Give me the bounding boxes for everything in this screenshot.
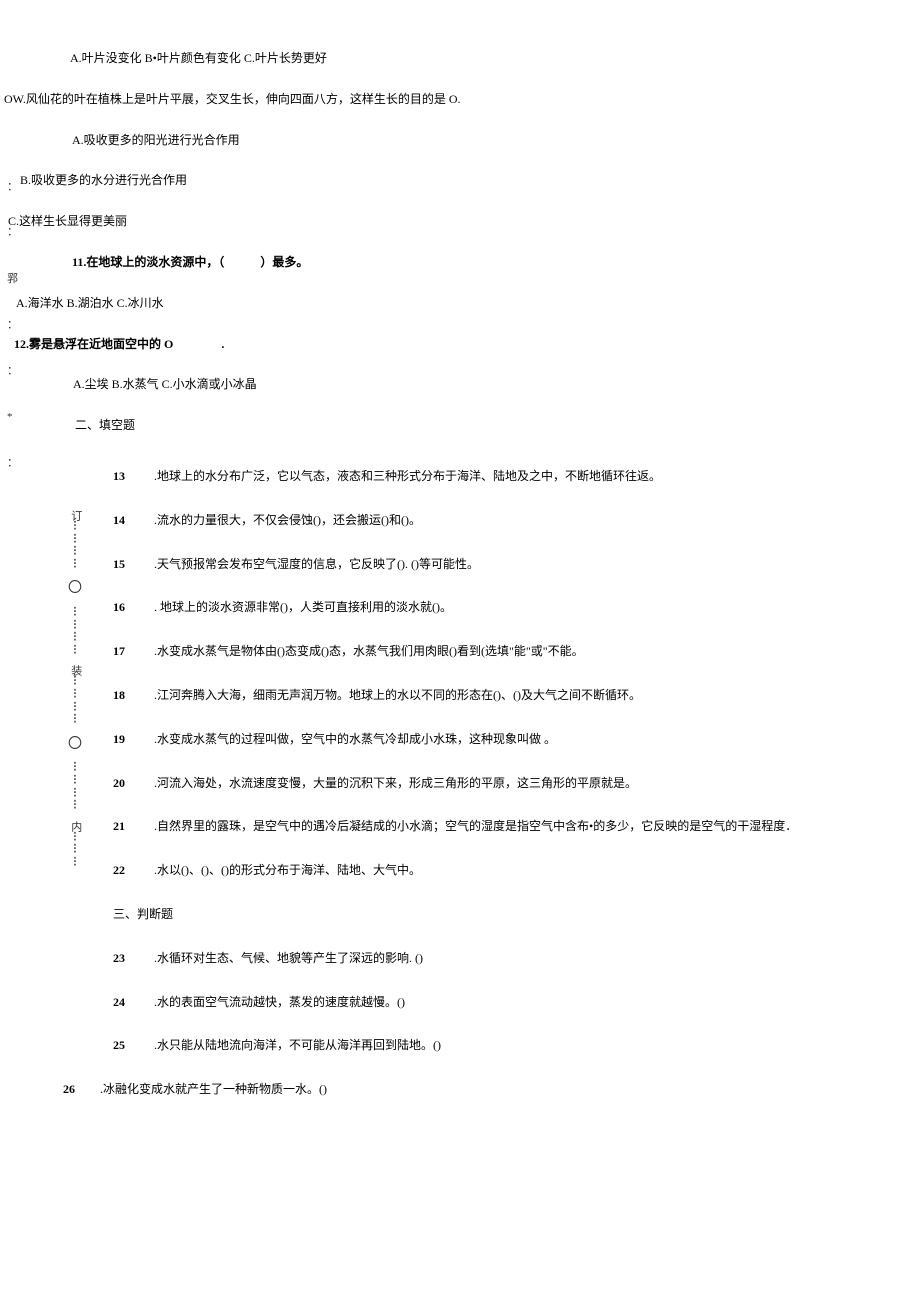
margin-marker: ：	[7, 364, 18, 379]
q14-num: 14	[113, 512, 143, 529]
margin-marker: 郛	[7, 272, 18, 287]
margin-marker: ：	[7, 456, 18, 471]
q20-num: 20	[113, 775, 143, 792]
q24: 24 .水的表面空气流动越快，蒸发的速度就越慢。()	[113, 994, 920, 1011]
q12-options: A.尘埃 B.水蒸气 C.小水滴或小冰晶	[73, 376, 920, 393]
margin-marker: ：	[7, 180, 18, 195]
q21-text: .自然界里的露珠，是空气中的遇冷后凝结成的小水滴；空气的湿度是指空气中含布•的多…	[154, 819, 797, 833]
q13-text: .地球上的水分布广泛，它以气态，液态和三种形式分布于海洋、陆地及之中，不断地循环…	[154, 469, 661, 483]
q17-num: 17	[113, 643, 143, 660]
q23-num: 23	[113, 950, 143, 967]
q10-option-a: A.吸收更多的阳光进行光合作用	[72, 132, 920, 149]
q11-label: 11.在地球上的淡水资源中，（ ）最多。	[72, 255, 308, 269]
q16-num: 16	[113, 599, 143, 616]
gutter-dots: ⁝⁝⁝	[65, 832, 85, 870]
q26: 26 .冰融化变成水就产生了一种新物质一水。()	[63, 1081, 920, 1098]
q20-text: .河流入海处，水流速度变慢，大量的沉积下来，形成三角形的平原，这三角形的平原就是…	[154, 776, 637, 790]
q19-text: .水变成水蒸气的过程叫做，空气中的水蒸气冷却成小水珠，这种现象叫做 。	[154, 732, 556, 746]
q14-text: .流水的力量很大，不仅会侵蚀()，还会搬运()和()。	[154, 513, 421, 527]
q16: 16 . 地球上的淡水资源非常()，人类可直接利用的淡水就()。	[113, 599, 920, 616]
q17: 17 .水变成水蒸气是物体由()态变成()态，水蒸气我们用肉眼()看到(选填"能…	[113, 643, 920, 660]
q25: 25 .水只能从陆地流向海洋，不可能从海洋再回到陆地。()	[113, 1037, 920, 1054]
gutter-dots: ⁝⁝⁝⁝	[65, 521, 85, 571]
q9-options: A.叶片没变化 B•叶片颜色有变化 C.叶片长势更好	[70, 50, 920, 67]
q13-num: 13	[113, 468, 143, 485]
q22: 22 .水以()、()、()的形式分布于海洋、陆地、大气中。	[113, 862, 920, 879]
q21-num: 21	[113, 818, 143, 835]
q12-label: 12.雾是悬浮在近地面空中的 O .	[14, 337, 224, 351]
margin-marker: *	[7, 410, 13, 425]
q15-text: .天气预报常会发布空气湿度的信息，它反映了(). ()等可能性。	[154, 557, 479, 571]
q11-text: 11.在地球上的淡水资源中，（ ）最多。	[72, 254, 920, 271]
margin-marker: ：	[7, 318, 18, 333]
q26-num: 26	[63, 1081, 93, 1098]
gutter-dots: ⁝⁝⁝⁝	[65, 607, 85, 657]
q18-num: 18	[113, 687, 143, 704]
q20: 20 .河流入海处，水流速度变慢，大量的沉积下来，形成三角形的平原，这三角形的平…	[113, 775, 920, 792]
q24-num: 24	[113, 994, 143, 1011]
q23-text: .水循环对生态、气候、地貌等产生了深远的影响. ()	[154, 951, 423, 965]
section-3-title: 三、判断题	[113, 906, 920, 923]
q26-text: .冰融化变成水就产生了一种新物质一水。()	[100, 1082, 327, 1096]
section-2-title: 二、填空题	[75, 417, 920, 434]
q23: 23 .水循环对生态、气候、地貌等产生了深远的影响. ()	[113, 950, 920, 967]
q19: 19 .水变成水蒸气的过程叫做，空气中的水蒸气冷却成小水珠，这种现象叫做 。	[113, 731, 920, 748]
gutter-dots: ⁝⁝⁝⁝	[65, 762, 85, 812]
q25-text: .水只能从陆地流向海洋，不可能从海洋再回到陆地。()	[154, 1038, 441, 1052]
q13: 13 .地球上的水分布广泛，它以气态，液态和三种形式分布于海洋、陆地及之中，不断…	[113, 468, 920, 485]
q21: 21 .自然界里的露珠，是空气中的遇冷后凝结成的小水滴；空气的湿度是指空气中含布…	[113, 818, 920, 835]
q11-options: A.海洋水 B.湖泊水 C.冰川水	[16, 295, 920, 312]
q10-text: OW.风仙花的叶在植株上是叶片平展，交叉生长，伸向四面八方，这样生长的目的是 O…	[4, 91, 920, 108]
gutter-dots: ⁝⁝⁝⁝	[65, 676, 85, 726]
q10-option-c: C.这样生长显得更美丽	[8, 213, 920, 230]
q16-text: . 地球上的淡水资源非常()，人类可直接利用的淡水就()。	[154, 600, 452, 614]
q17-text: .水变成水蒸气是物体由()态变成()态，水蒸气我们用肉眼()看到(选填"能"或"…	[154, 644, 584, 658]
q22-text: .水以()、()、()的形式分布于海洋、陆地、大气中。	[154, 863, 421, 877]
q14: 14 .流水的力量很大，不仅会侵蚀()，还会搬运()和()。	[113, 512, 920, 529]
gutter-circle: 〇	[65, 579, 85, 599]
q19-num: 19	[113, 731, 143, 748]
q12-text: 12.雾是悬浮在近地面空中的 O .	[14, 336, 920, 353]
q22-num: 22	[113, 862, 143, 879]
q18: 18 .江河奔腾入大海，细雨无声润万物。地球上的水以不同的形态在()、()及大气…	[113, 687, 920, 704]
q18-text: .江河奔腾入大海，细雨无声润万物。地球上的水以不同的形态在()、()及大气之间不…	[154, 688, 641, 702]
gutter-circle: 〇	[65, 735, 85, 755]
q10-option-b: B.吸收更多的水分进行光合作用	[20, 172, 920, 189]
gutter-binding-marks: 订 ⁝⁝⁝⁝ 〇 ⁝⁝⁝⁝ 装 ⁝⁝⁝⁝ 〇 ⁝⁝⁝⁝ 内 ⁝⁝⁝	[65, 510, 85, 877]
q24-text: .水的表面空气流动越快，蒸发的速度就越慢。()	[154, 995, 405, 1009]
q15: 15 .天气预报常会发布空气湿度的信息，它反映了(). ()等可能性。	[113, 556, 920, 573]
q25-num: 25	[113, 1037, 143, 1054]
q15-num: 15	[113, 556, 143, 573]
